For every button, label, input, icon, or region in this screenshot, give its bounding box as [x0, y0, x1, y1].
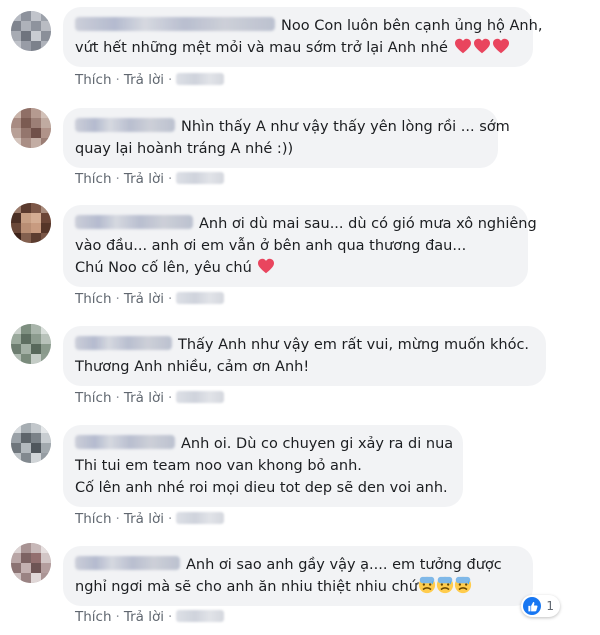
- reply-link[interactable]: Trả lời: [124, 609, 164, 625]
- like-link[interactable]: Thích: [75, 291, 112, 307]
- comment-text: Cố lên anh nhé roi mọi dieu tot dep sẽ d…: [75, 480, 448, 496]
- avatar[interactable]: [11, 543, 51, 583]
- heart-emoji: [257, 258, 275, 274]
- comment-text: Nhìn thấy A như vậy thấy yên lòng rồi ..…: [181, 119, 510, 135]
- comment-actions: Thích · Trả lời ·: [75, 511, 225, 527]
- timestamp[interactable]: [176, 610, 225, 622]
- reaction-count-number: 1: [546, 599, 554, 613]
- reply-link[interactable]: Trả lời: [124, 390, 164, 406]
- timestamp[interactable]: [176, 172, 225, 184]
- timestamp[interactable]: [176, 512, 225, 524]
- heart-emoji: [492, 38, 510, 54]
- avatar[interactable]: [11, 423, 51, 463]
- like-link[interactable]: Thích: [75, 72, 112, 88]
- comment-actions: Thích · Trả lời ·: [75, 609, 225, 625]
- reply-link[interactable]: Trả lời: [124, 171, 164, 187]
- comment-text: vào đầu... anh ơi em vẫn ở bên anh qua t…: [75, 238, 467, 254]
- cold-sweat-emoji: [436, 576, 454, 594]
- comment-actions: Thích · Trả lời ·: [75, 171, 225, 187]
- comment-bubble: Anh ơi sao anh gầy vậy ạ.... em tưởng đư…: [63, 546, 533, 606]
- commenter-name[interactable]: [75, 435, 175, 449]
- comment-text: Chú Noo cố lên, yêu chú: [75, 260, 252, 276]
- commenter-name[interactable]: [75, 215, 193, 229]
- avatar[interactable]: [11, 203, 51, 243]
- commenter-name[interactable]: [75, 118, 175, 132]
- comment-bubble: Nhìn thấy A như vậy thấy yên lòng rồi ..…: [63, 108, 510, 168]
- reply-link[interactable]: Trả lời: [124, 511, 164, 527]
- heart-emoji: [454, 38, 472, 54]
- reply-link[interactable]: Trả lời: [124, 72, 164, 88]
- comment-bubble: Thấy Anh như vậy em rất vui, mừng muốn k…: [63, 326, 546, 386]
- comment-text: Thi tui em team noo van khong bỏ anh.: [75, 458, 362, 474]
- timestamp[interactable]: [176, 73, 225, 85]
- comment-text: Thấy Anh như vậy em rất vui, mừng muốn k…: [178, 337, 530, 353]
- avatar[interactable]: [11, 108, 51, 148]
- commenter-name[interactable]: [75, 556, 180, 570]
- comment-actions: Thích · Trả lời ·: [75, 72, 225, 88]
- heart-emoji: [473, 38, 491, 54]
- commenter-name[interactable]: [75, 336, 172, 350]
- comment-bubble: Noo Con luôn bên cạnh ủng hộ Anh, vứt hế…: [63, 7, 542, 67]
- like-icon: [523, 597, 542, 615]
- commenter-name[interactable]: [75, 17, 275, 31]
- avatar[interactable]: [11, 324, 51, 364]
- comment-text: Anh ơi sao anh gầy vậy ạ.... em tưởng đư…: [186, 557, 502, 573]
- comment-text: Thương Anh nhiều, cảm ơn Anh!: [75, 359, 310, 375]
- cold-sweat-emoji: [454, 576, 472, 594]
- reply-link[interactable]: Trả lời: [124, 291, 164, 307]
- like-link[interactable]: Thích: [75, 609, 112, 625]
- comment-text: Anh oi. Dù co chuyen gi xảy ra di nua: [181, 436, 454, 452]
- like-link[interactable]: Thích: [75, 390, 112, 406]
- comment-text: Noo Con luôn bên cạnh ủng hộ Anh,: [281, 18, 543, 34]
- like-link[interactable]: Thích: [75, 511, 112, 527]
- comment-text: vứt hết những mệt mỏi và mau sớm trở lại…: [75, 40, 448, 56]
- timestamp[interactable]: [176, 292, 225, 304]
- comment-bubble: Anh oi. Dù co chuyen gi xảy ra di nua Th…: [63, 425, 463, 507]
- timestamp[interactable]: [176, 391, 225, 403]
- comment-actions: Thích · Trả lời ·: [75, 390, 225, 406]
- comment-text: Anh ơi dù mai sau... dù có gió mưa xô ng…: [199, 216, 537, 232]
- comment-text: nghỉ ngơi mà sẽ cho anh ăn nhiu thiệt nh…: [75, 579, 418, 595]
- comment-bubble: Anh ơi dù mai sau... dù có gió mưa xô ng…: [63, 205, 537, 287]
- comment-text: quay lại hoành tráng A nhé :)): [75, 141, 294, 157]
- cold-sweat-emoji: [418, 576, 436, 594]
- avatar[interactable]: [11, 11, 51, 51]
- like-link[interactable]: Thích: [75, 171, 112, 187]
- reaction-count[interactable]: 1: [521, 595, 560, 617]
- comment-actions: Thích · Trả lời ·: [75, 291, 225, 307]
